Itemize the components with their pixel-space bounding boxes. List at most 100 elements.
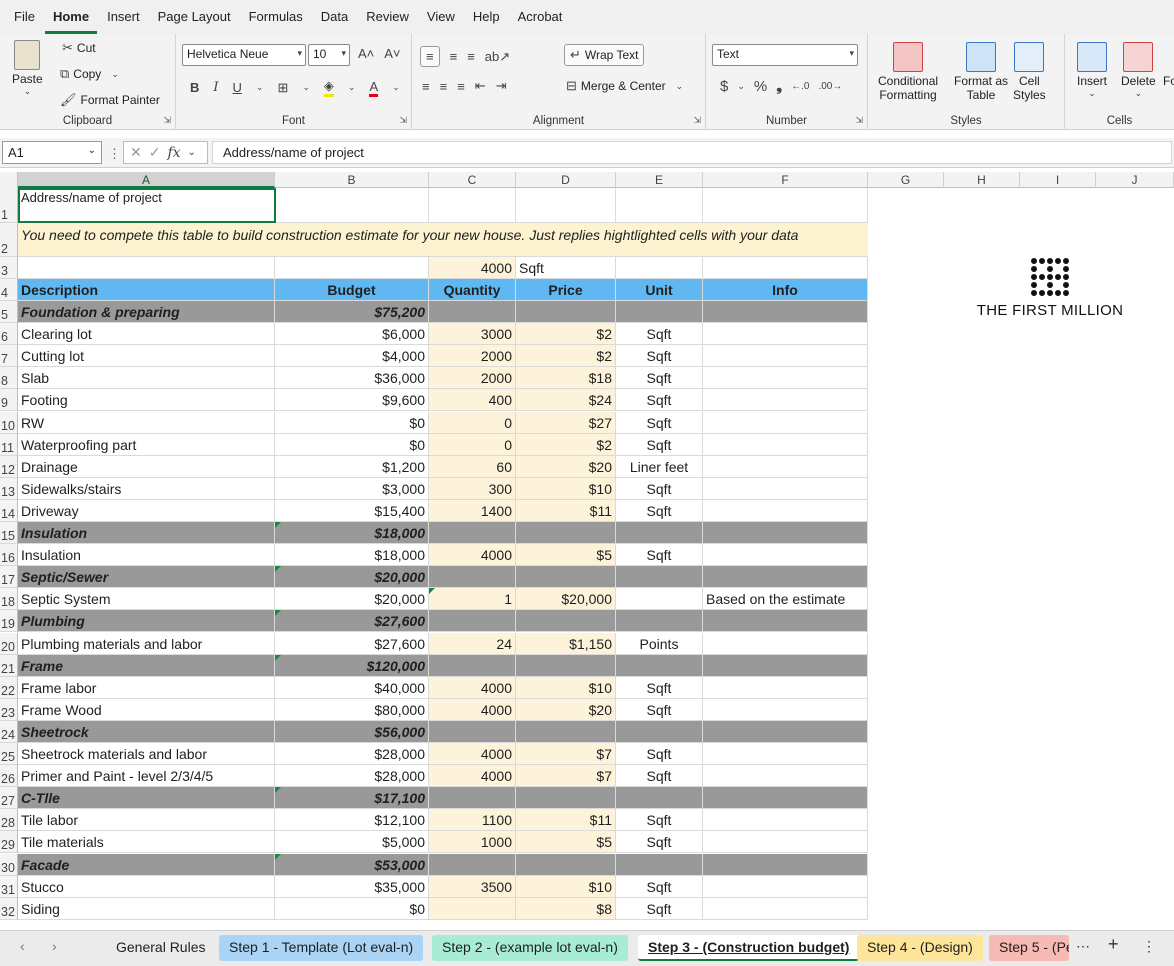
price-cell[interactable]: $2 xyxy=(516,433,616,456)
quantity-cell[interactable] xyxy=(429,897,516,920)
unit-cell[interactable]: Sqft xyxy=(616,676,703,699)
prev-sheet-icon[interactable]: ‹ xyxy=(20,938,25,954)
copy-button[interactable]: ⧉ Copy ⌄ xyxy=(60,66,119,82)
info-cell[interactable] xyxy=(703,831,868,854)
budget-cell[interactable]: $0 xyxy=(275,411,429,434)
info-cell[interactable] xyxy=(703,897,868,920)
dialog-launcher-icon[interactable]: ⇲ xyxy=(399,115,407,126)
quantity-cell[interactable]: 4000 xyxy=(429,676,516,699)
description-cell[interactable]: Drainage xyxy=(18,455,275,478)
column-header-f[interactable]: F xyxy=(703,172,868,188)
increase-indent-icon[interactable]: ⇥ xyxy=(496,78,507,94)
menu-review[interactable]: Review xyxy=(358,0,417,34)
info-cell[interactable] xyxy=(703,323,868,346)
menu-home[interactable]: Home xyxy=(44,3,98,34)
row-number[interactable]: 15 xyxy=(0,522,18,545)
price-cell[interactable]: $10 xyxy=(516,477,616,500)
insert-function-icon[interactable]: fx xyxy=(167,145,180,161)
underline-icon[interactable]: U xyxy=(233,80,242,95)
info-cell[interactable] xyxy=(703,632,868,655)
chevron-down-icon[interactable]: ⌄ xyxy=(392,82,400,93)
description-cell[interactable]: Primer and Paint - level 2/3/4/5 xyxy=(18,765,275,788)
font-family-select[interactable]: Helvetica Neue ▾ xyxy=(182,44,306,66)
row-number[interactable]: 27 xyxy=(0,787,18,810)
info-cell[interactable] xyxy=(703,367,868,390)
format-cells-button[interactable]: Fo xyxy=(1163,74,1174,88)
price-cell[interactable]: $5 xyxy=(516,831,616,854)
price-cell[interactable]: $20,000 xyxy=(516,588,616,611)
budget-cell[interactable]: $18,000 xyxy=(275,522,429,545)
description-cell[interactable]: Plumbing materials and labor xyxy=(18,632,275,655)
quantity-cell[interactable]: 300 xyxy=(429,477,516,500)
row-number[interactable]: 23 xyxy=(0,698,18,721)
description-cell[interactable]: Sheetrock materials and labor xyxy=(18,743,275,766)
info-cell[interactable] xyxy=(703,610,868,633)
unit-cell[interactable]: Sqft xyxy=(616,809,703,832)
description-cell[interactable]: Insulation xyxy=(18,544,275,567)
column-header-i[interactable]: I xyxy=(1020,172,1096,188)
description-cell[interactable]: Insulation xyxy=(18,522,275,545)
chevron-down-icon[interactable]: ⌄ xyxy=(302,82,310,93)
align-left-icon[interactable]: ≡ xyxy=(422,79,430,94)
budget-cell[interactable]: $40,000 xyxy=(275,676,429,699)
fill-color-icon[interactable]: ◈ xyxy=(323,78,334,97)
row-number[interactable]: 21 xyxy=(0,654,18,677)
menu-page-layout[interactable]: Page Layout xyxy=(150,0,239,34)
budget-cell[interactable]: $53,000 xyxy=(275,853,429,876)
align-right-icon[interactable]: ≡ xyxy=(457,79,465,94)
next-sheet-icon[interactable]: › xyxy=(52,938,57,954)
row-number[interactable]: 1 xyxy=(0,188,18,223)
cell[interactable] xyxy=(275,257,429,279)
info-cell[interactable] xyxy=(703,654,868,677)
info-cell[interactable] xyxy=(703,522,868,545)
row-number[interactable]: 4 xyxy=(0,279,18,301)
row-number[interactable]: 26 xyxy=(0,765,18,788)
budget-cell[interactable]: $17,100 xyxy=(275,787,429,810)
column-header-b[interactable]: B xyxy=(275,172,429,188)
column-header-c[interactable]: C xyxy=(429,172,516,188)
unit-cell[interactable]: Sqft xyxy=(616,367,703,390)
row-number[interactable]: 25 xyxy=(0,743,18,766)
price-cell[interactable]: $11 xyxy=(516,499,616,522)
increase-font-icon[interactable]: A˄ xyxy=(358,46,374,61)
budget-cell[interactable]: $56,000 xyxy=(275,720,429,743)
menu-help[interactable]: Help xyxy=(465,0,508,34)
quantity-cell[interactable] xyxy=(429,610,516,633)
unit-cell[interactable] xyxy=(616,654,703,677)
column-header-d[interactable]: D xyxy=(516,172,616,188)
paste-button[interactable]: Paste ⌄ xyxy=(12,40,43,97)
quantity-cell[interactable]: 1000 xyxy=(429,831,516,854)
align-middle-icon[interactable]: ≡ xyxy=(450,49,458,64)
unit-cell[interactable] xyxy=(616,853,703,876)
description-cell[interactable]: Cutting lot xyxy=(18,345,275,368)
price-cell[interactable]: $24 xyxy=(516,389,616,412)
quantity-cell[interactable]: 4000 xyxy=(429,765,516,788)
description-cell[interactable]: Frame Wood xyxy=(18,698,275,721)
info-cell[interactable] xyxy=(703,433,868,456)
budget-cell[interactable]: $9,600 xyxy=(275,389,429,412)
price-cell[interactable]: $27 xyxy=(516,411,616,434)
quantity-cell[interactable]: 2000 xyxy=(429,367,516,390)
unit-cell[interactable]: Sqft xyxy=(616,477,703,500)
increase-decimal-icon[interactable]: ←.0 xyxy=(791,81,809,92)
dialog-launcher-icon[interactable]: ⇲ xyxy=(163,115,171,126)
budget-cell[interactable]: $20,000 xyxy=(275,588,429,611)
decrease-decimal-icon[interactable]: .00→ xyxy=(818,81,842,92)
unit-cell[interactable]: Points xyxy=(616,632,703,655)
quantity-cell[interactable]: 4000 xyxy=(429,743,516,766)
budget-cell[interactable]: $0 xyxy=(275,433,429,456)
budget-cell[interactable]: $28,000 xyxy=(275,743,429,766)
quantity-cell[interactable]: 400 xyxy=(429,389,516,412)
menu-insert[interactable]: Insert xyxy=(99,0,148,34)
chevron-down-icon[interactable]: ⌄ xyxy=(348,82,356,93)
insert-cells-button[interactable]: Insert ⌄ xyxy=(1077,42,1107,99)
description-cell[interactable]: Slab xyxy=(18,367,275,390)
row-number[interactable]: 24 xyxy=(0,720,18,743)
unit-cell[interactable]: Sqft xyxy=(616,389,703,412)
header-price[interactable]: Price xyxy=(516,279,616,301)
price-cell[interactable]: $8 xyxy=(516,897,616,920)
unit-cell[interactable]: Sqft xyxy=(616,411,703,434)
menu-data[interactable]: Data xyxy=(313,0,356,34)
info-cell[interactable] xyxy=(703,809,868,832)
info-cell[interactable] xyxy=(703,765,868,788)
